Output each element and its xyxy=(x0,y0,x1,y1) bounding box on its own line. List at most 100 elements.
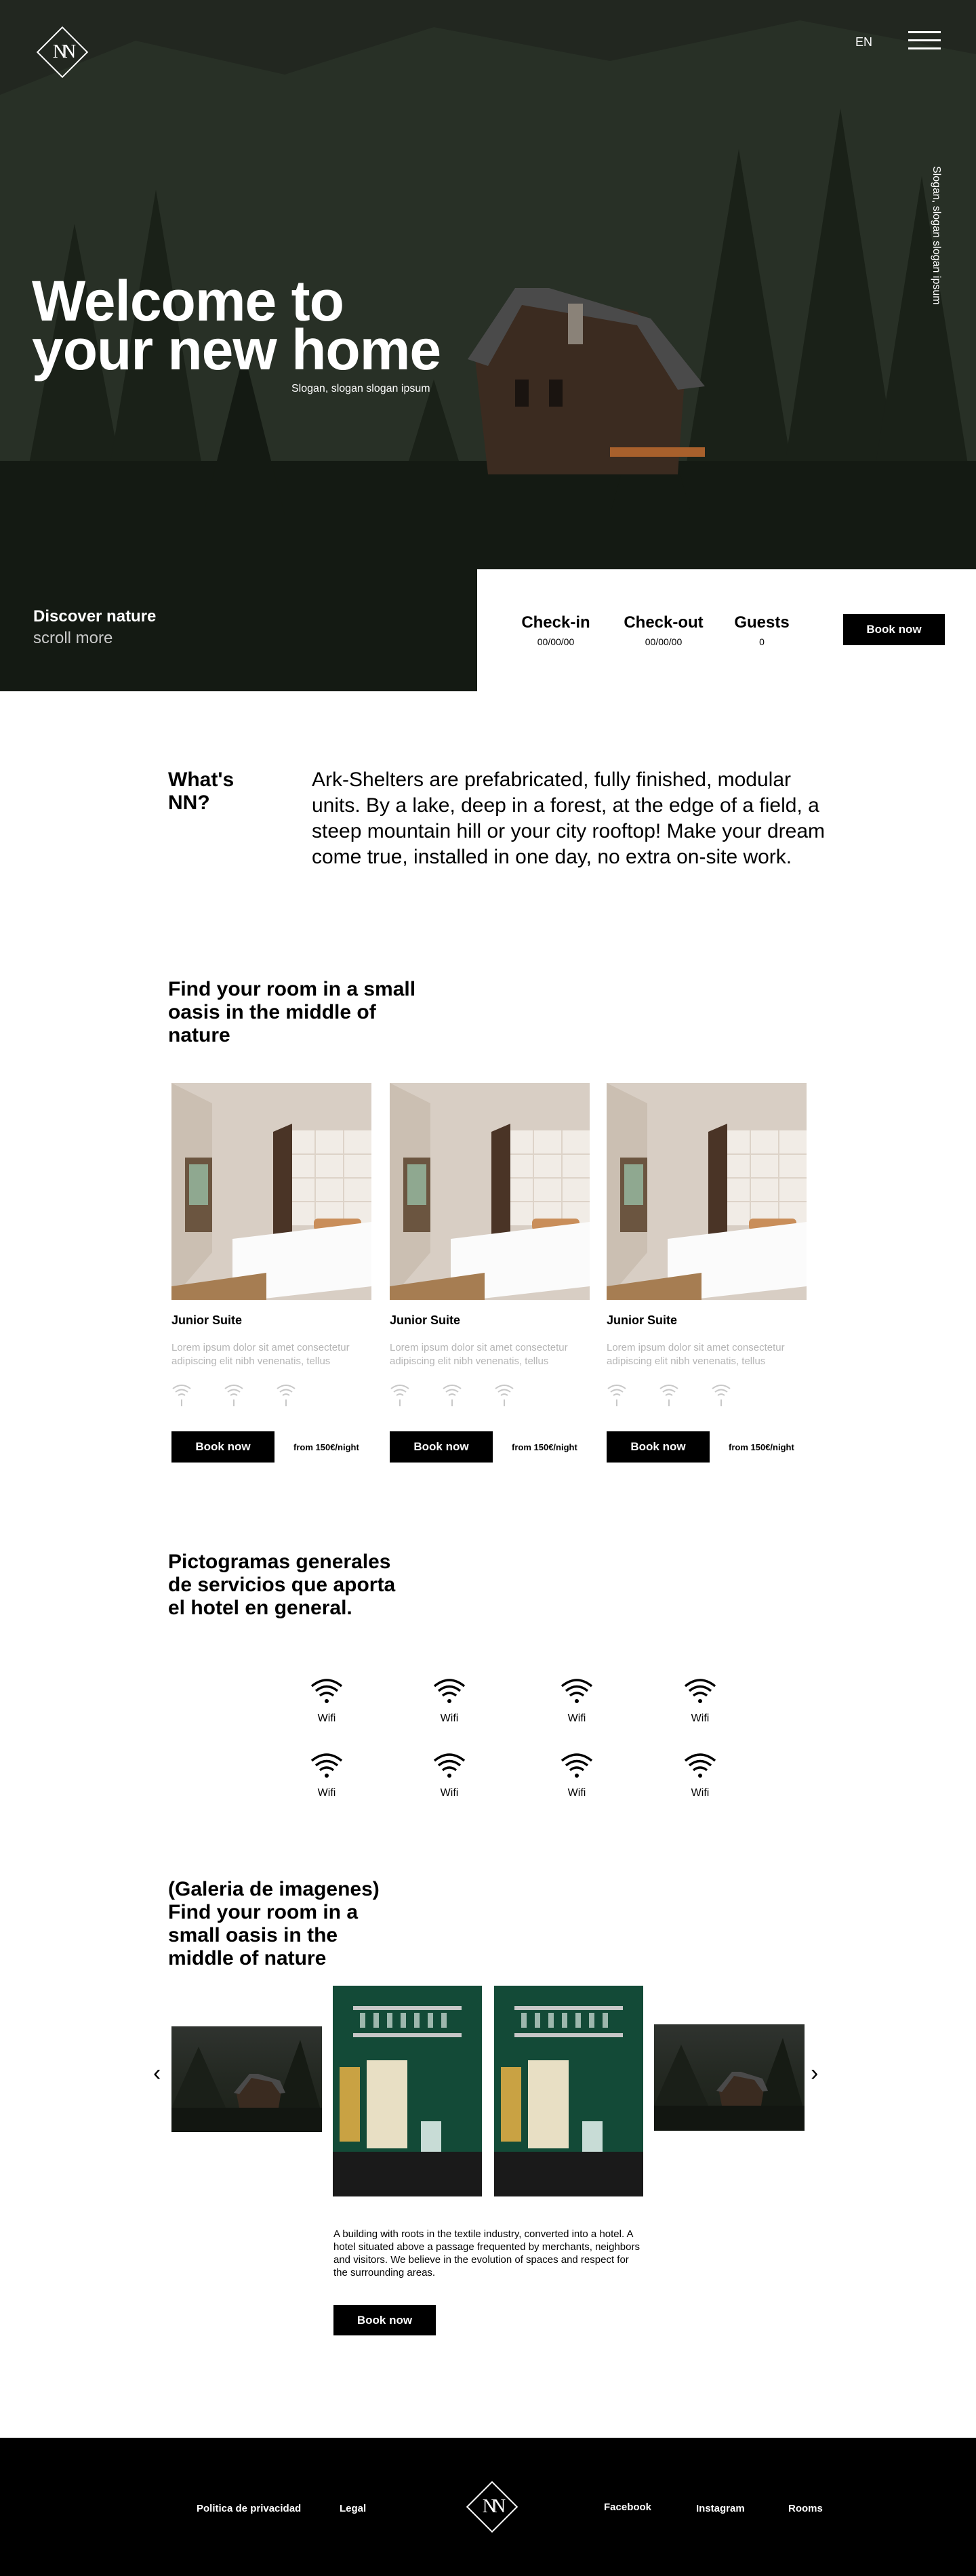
checkin-label: Check-in xyxy=(521,613,590,632)
wifi-icon xyxy=(433,1753,466,1778)
rooms-heading-line: nature xyxy=(168,1024,230,1046)
hamburger-menu-icon[interactable] xyxy=(908,31,941,50)
footer: Politica de privacidad Legal NN Facebook… xyxy=(0,2438,976,2576)
service-label: Wifi xyxy=(691,1713,710,1724)
gallery-image-bar[interactable] xyxy=(333,1986,482,2196)
wifi-icon xyxy=(442,1382,462,1409)
about-heading-line: NN? xyxy=(168,792,210,814)
menu-line xyxy=(908,47,941,49)
service-pictogram: Wifi xyxy=(422,1677,476,1725)
gallery-image-forest[interactable] xyxy=(654,2024,805,2131)
wifi-icon xyxy=(607,1382,627,1409)
wifi-icon xyxy=(433,1679,466,1703)
bedroom-illustration xyxy=(607,1083,807,1300)
room-description: Lorem ipsum dolor sit amet consectetur a… xyxy=(171,1342,350,1367)
services-heading: Pictogramas generales de servicios que a… xyxy=(168,1551,395,1620)
gallery-image-forest[interactable] xyxy=(171,2026,322,2132)
room-title: Junior Suite xyxy=(607,1313,678,1327)
room-book-now-button[interactable]: Book now xyxy=(390,1431,493,1463)
menu-line xyxy=(908,31,941,33)
gallery-description: A building with roots in the textile ind… xyxy=(333,2228,640,2278)
checkin-value: 00/00/00 xyxy=(537,636,575,647)
room-title: Junior Suite xyxy=(171,1313,243,1327)
service-label: Wifi xyxy=(317,1787,336,1799)
footer-privacy-link[interactable]: Politica de privacidad xyxy=(197,2503,301,2514)
footer-facebook-link[interactable]: Facebook xyxy=(604,2501,651,2513)
logo[interactable]: NN xyxy=(32,22,93,83)
room-card: Junior Suite Lorem ipsum dolor sit amet c… xyxy=(607,1083,807,1463)
room-amenities xyxy=(607,1382,807,1409)
wifi-icon xyxy=(659,1382,679,1409)
rooms-heading: Find your room in a small oasis in the m… xyxy=(168,978,415,1047)
service-pictogram: Wifi xyxy=(550,1677,604,1725)
room-title: Junior Suite xyxy=(390,1313,461,1327)
bar-interior-illustration xyxy=(494,1986,643,2196)
wifi-icon xyxy=(276,1382,296,1409)
wifi-icon xyxy=(561,1679,593,1703)
wifi-icon xyxy=(171,1382,192,1409)
wifi-icon xyxy=(711,1382,731,1409)
logo-text: NN xyxy=(52,41,76,62)
gallery-heading-line: small oasis in the xyxy=(168,1924,338,1946)
gallery-heading-line: Find your room in a xyxy=(168,1901,359,1923)
wifi-icon xyxy=(494,1382,514,1409)
wifi-icon xyxy=(224,1382,244,1409)
room-photo[interactable] xyxy=(171,1083,371,1300)
room-book-now-button[interactable]: Book now xyxy=(171,1431,274,1463)
room-card: Junior Suite Lorem ipsum dolor sit amet c… xyxy=(390,1083,590,1463)
guests-label: Guests xyxy=(734,613,790,632)
scroll-more-link[interactable]: scroll more xyxy=(33,629,113,648)
room-amenities xyxy=(171,1382,371,1409)
gallery-image-bar[interactable] xyxy=(494,1986,643,2196)
rooms-heading-line: Find your room in a small xyxy=(168,978,416,1000)
room-photo[interactable] xyxy=(607,1083,807,1300)
service-label: Wifi xyxy=(567,1787,586,1799)
footer-rooms-link[interactable]: Rooms xyxy=(788,2503,823,2514)
gallery-heading-line: (Galeria de imagenes) xyxy=(168,1878,380,1900)
gallery-book-now-button[interactable]: Book now xyxy=(333,2305,436,2335)
services-heading-line: Pictogramas generales xyxy=(168,1551,391,1573)
checkout-value: 00/00/00 xyxy=(645,636,683,647)
about-text: Ark-Shelters are prefabricated, fully fi… xyxy=(312,769,826,868)
room-description: Lorem ipsum dolor sit amet consectetur a… xyxy=(390,1342,568,1367)
gallery-prev-arrow-icon[interactable]: ‹ xyxy=(153,2060,161,2087)
services-heading-line: de servicios que aporta xyxy=(168,1574,396,1596)
service-label: Wifi xyxy=(691,1787,710,1799)
room-price: from 150€/night xyxy=(293,1442,359,1452)
room-book-now-button[interactable]: Book now xyxy=(607,1431,710,1463)
room-price: from 150€/night xyxy=(512,1442,577,1452)
booking-bar: Check-in 00/00/00 Check-out 00/00/00 Gue… xyxy=(477,569,976,691)
service-label: Wifi xyxy=(567,1713,586,1724)
menu-line xyxy=(908,39,941,41)
service-pictogram: Wifi xyxy=(550,1751,604,1799)
service-label: Wifi xyxy=(440,1713,459,1724)
gallery-next-arrow-icon[interactable]: › xyxy=(811,2060,818,2087)
forest-cabin-illustration xyxy=(654,2038,805,2131)
hero-title-line: your new home xyxy=(32,318,441,382)
footer-legal-link[interactable]: Legal xyxy=(340,2503,366,2514)
service-label: Wifi xyxy=(440,1787,459,1799)
wifi-icon xyxy=(684,1679,716,1703)
services-heading-line: el hotel en general. xyxy=(168,1597,352,1619)
checkin-field[interactable]: Check-in 00/00/00 xyxy=(518,613,593,647)
room-photo[interactable] xyxy=(390,1083,590,1300)
service-label: Wifi xyxy=(317,1713,336,1724)
about-heading-line: What's xyxy=(168,769,235,791)
footer-instagram-link[interactable]: Instagram xyxy=(696,2503,745,2514)
wifi-icon xyxy=(561,1753,593,1778)
hero-title: Welcome to your new home xyxy=(32,272,441,382)
footer-logo[interactable]: NN xyxy=(462,2476,523,2537)
room-description: Lorem ipsum dolor sit amet consectetur a… xyxy=(607,1342,785,1367)
checkout-field[interactable]: Check-out 00/00/00 xyxy=(619,613,708,647)
checkout-label: Check-out xyxy=(624,613,704,632)
booking-book-now-button[interactable]: Book now xyxy=(843,614,945,645)
rooms-heading-line: oasis in the middle of xyxy=(168,1001,376,1023)
service-pictogram: Wifi xyxy=(422,1751,476,1799)
bedroom-illustration xyxy=(171,1083,371,1300)
service-pictogram: Wifi xyxy=(673,1751,727,1799)
hero-slogan: Slogan, slogan slogan ipsum xyxy=(291,383,430,394)
guests-field[interactable]: Guests 0 xyxy=(728,613,796,647)
hero-section: NN EN Slogan, slogan slogan ipsum Welcom… xyxy=(0,0,976,691)
language-selector[interactable]: EN xyxy=(855,35,872,49)
service-pictogram: Wifi xyxy=(673,1677,727,1725)
